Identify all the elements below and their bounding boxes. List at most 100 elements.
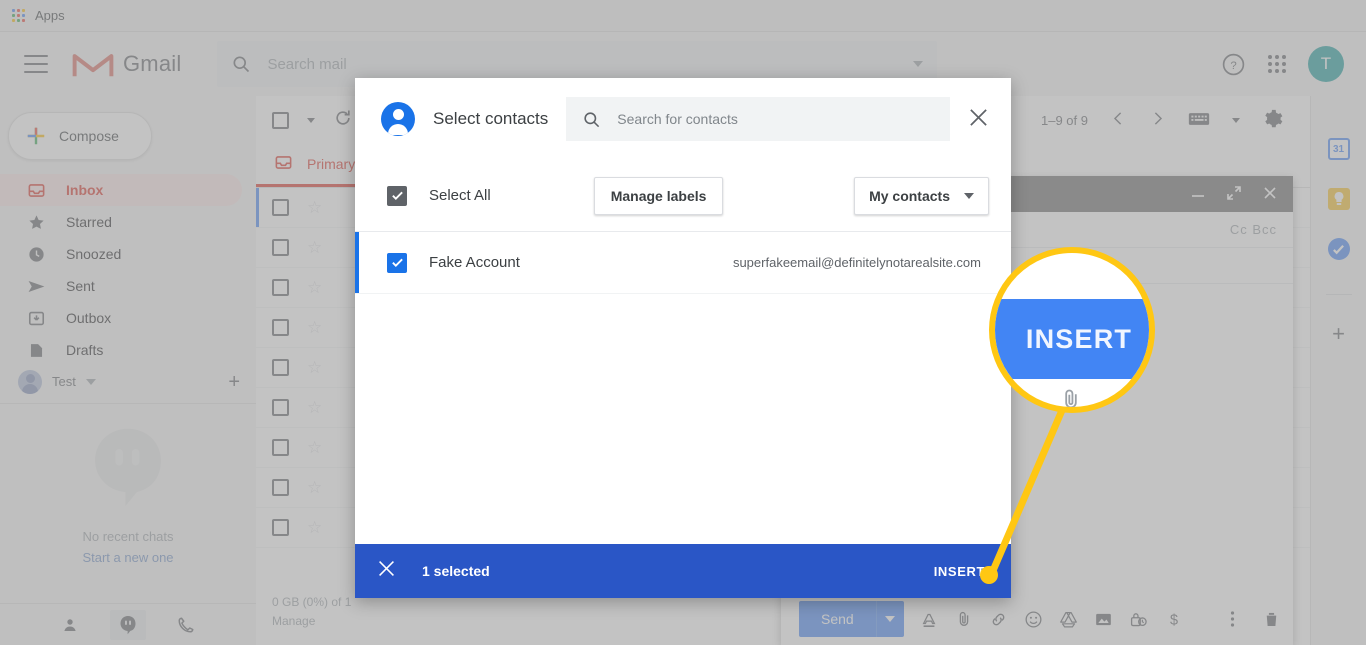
- contacts-filter-label: My contacts: [869, 187, 950, 204]
- sidebar-item-snoozed[interactable]: Snoozed: [0, 238, 242, 270]
- apps-bookmark-label[interactable]: Apps: [35, 8, 65, 23]
- compose-toolbar: Send $: [781, 593, 1293, 645]
- send-button[interactable]: Send: [799, 601, 876, 637]
- chevron-down-icon[interactable]: [85, 378, 96, 385]
- storage-info: 0 GB (0%) of 1 Manage: [272, 593, 351, 631]
- sidebar-item-label: Outbox: [66, 310, 112, 326]
- google-calendar-icon[interactable]: 31: [1327, 138, 1350, 160]
- add-chat-plus-icon[interactable]: +: [228, 372, 240, 392]
- formatting-A-icon[interactable]: [919, 610, 939, 628]
- rail-add-plus-icon[interactable]: +: [1332, 323, 1345, 345]
- row-checkbox[interactable]: [272, 319, 289, 336]
- star-icon[interactable]: ☆: [307, 358, 322, 378]
- attach-paperclip-icon[interactable]: [954, 610, 974, 628]
- screen: Apps Gmail Search mail ? T Compose Inbox…: [0, 0, 1366, 645]
- cc-bcc-links[interactable]: Cc Bcc: [1230, 222, 1277, 237]
- select-all-checkbox[interactable]: [272, 111, 289, 129]
- sidebar-item-inbox[interactable]: Inbox: [0, 174, 242, 206]
- search-input[interactable]: [267, 55, 898, 73]
- magnifier-callout: INSERT: [989, 247, 1155, 413]
- google-tasks-icon[interactable]: [1327, 238, 1350, 260]
- row-checkbox[interactable]: [272, 359, 289, 376]
- row-checkbox[interactable]: [272, 519, 289, 536]
- star-icon[interactable]: ☆: [307, 238, 322, 258]
- search-icon: [584, 111, 600, 127]
- compose-label: Compose: [59, 128, 119, 144]
- manage-labels-button[interactable]: Manage labels: [593, 176, 724, 215]
- help-circle-icon[interactable]: ?: [1221, 52, 1246, 77]
- sidebar-item-starred[interactable]: Starred: [0, 206, 242, 238]
- contacts-search-bar[interactable]: [566, 97, 950, 141]
- star-icon[interactable]: ☆: [307, 278, 322, 298]
- phone-icon[interactable]: [168, 610, 204, 640]
- apps-grid-icon[interactable]: [12, 9, 25, 22]
- chevron-left-icon[interactable]: [1110, 110, 1127, 130]
- row-checkbox[interactable]: [272, 399, 289, 416]
- start-new-chat-link[interactable]: Start a new one: [0, 550, 256, 565]
- insert-button[interactable]: INSERT: [934, 564, 985, 579]
- dialog-selection-bar: 1 selected INSERT: [355, 544, 1011, 598]
- chevron-down-icon: [964, 192, 974, 199]
- expand-icon[interactable]: [1227, 185, 1241, 203]
- keyboard-chevron-down-icon[interactable]: [1232, 117, 1240, 123]
- select-all-chevron-down-icon[interactable]: [307, 117, 315, 123]
- row-checkbox[interactable]: [272, 199, 289, 216]
- keyboard-icon[interactable]: [1188, 111, 1210, 130]
- gmail-logo[interactable]: Gmail: [72, 49, 181, 79]
- insert-money-icon[interactable]: $: [1164, 610, 1184, 628]
- clear-selection-close-icon[interactable]: [377, 559, 396, 583]
- chevron-right-icon[interactable]: [1149, 110, 1166, 130]
- row-checkbox[interactable]: [272, 439, 289, 456]
- select-all-checkbox[interactable]: [387, 185, 407, 206]
- list-item[interactable]: Fake Account superfakeemail@definitelynot…: [355, 232, 1011, 294]
- insert-link-icon[interactable]: [989, 610, 1009, 629]
- selected-count-label: 1 selected: [422, 563, 490, 579]
- dialog-header: Select contacts: [355, 78, 1011, 160]
- sidebar-item-outbox[interactable]: Outbox: [0, 302, 242, 334]
- hamburger-menu-icon[interactable]: [24, 55, 48, 73]
- close-icon[interactable]: [1263, 186, 1277, 203]
- contacts-person-icon[interactable]: [52, 610, 88, 640]
- close-icon[interactable]: [968, 107, 989, 132]
- chat-account-row[interactable]: Test +: [0, 360, 256, 404]
- send-options-chevron-down-icon[interactable]: [875, 601, 904, 637]
- storage-text: 0 GB (0%) of 1: [272, 595, 352, 609]
- star-icon[interactable]: ☆: [307, 318, 322, 338]
- minimize-icon[interactable]: [1191, 186, 1205, 203]
- gear-icon[interactable]: [1262, 108, 1284, 133]
- gmail-m-logo-icon: [72, 54, 114, 77]
- insert-photo-icon[interactable]: [1094, 610, 1114, 629]
- inbox-icon: [26, 180, 46, 200]
- contacts-filter-dropdown[interactable]: My contacts: [854, 176, 989, 215]
- star-icon[interactable]: ☆: [307, 478, 322, 498]
- google-drive-icon[interactable]: [1059, 610, 1079, 629]
- trash-icon[interactable]: [1261, 610, 1281, 629]
- contact-checkbox[interactable]: [387, 252, 407, 273]
- compose-button[interactable]: Compose: [8, 112, 152, 160]
- row-checkbox[interactable]: [272, 279, 289, 296]
- google-keep-icon[interactable]: [1327, 188, 1350, 210]
- star-icon[interactable]: ☆: [307, 518, 322, 538]
- insert-emoji-icon[interactable]: [1024, 610, 1044, 629]
- magnified-insert-label: INSERT: [1025, 323, 1133, 354]
- more-vertical-icon[interactable]: [1222, 610, 1242, 628]
- storage-manage-link[interactable]: Manage: [272, 612, 351, 631]
- svg-text:?: ?: [1230, 60, 1236, 72]
- row-checkbox[interactable]: [272, 239, 289, 256]
- search-options-chevron-down-icon[interactable]: [913, 61, 924, 67]
- send-icon: [26, 276, 46, 296]
- star-icon[interactable]: ☆: [307, 438, 322, 458]
- confidential-mode-icon[interactable]: [1129, 610, 1149, 629]
- google-apps-grid-icon[interactable]: [1268, 55, 1286, 73]
- select-contacts-dialog: Select contacts Select All Manage labels…: [355, 78, 1011, 598]
- star-icon[interactable]: ☆: [307, 398, 322, 418]
- hangouts-chat-icon[interactable]: [110, 609, 146, 640]
- avatar[interactable]: T: [1308, 46, 1344, 82]
- star-icon[interactable]: ☆: [307, 198, 322, 218]
- refresh-icon[interactable]: [333, 108, 353, 133]
- clock-icon: [26, 244, 46, 264]
- dialog-subheader: Select All Manage labels My contacts: [355, 160, 1011, 232]
- row-checkbox[interactable]: [272, 479, 289, 496]
- contacts-search-input[interactable]: [617, 111, 934, 127]
- sidebar-item-sent[interactable]: Sent: [0, 270, 242, 302]
